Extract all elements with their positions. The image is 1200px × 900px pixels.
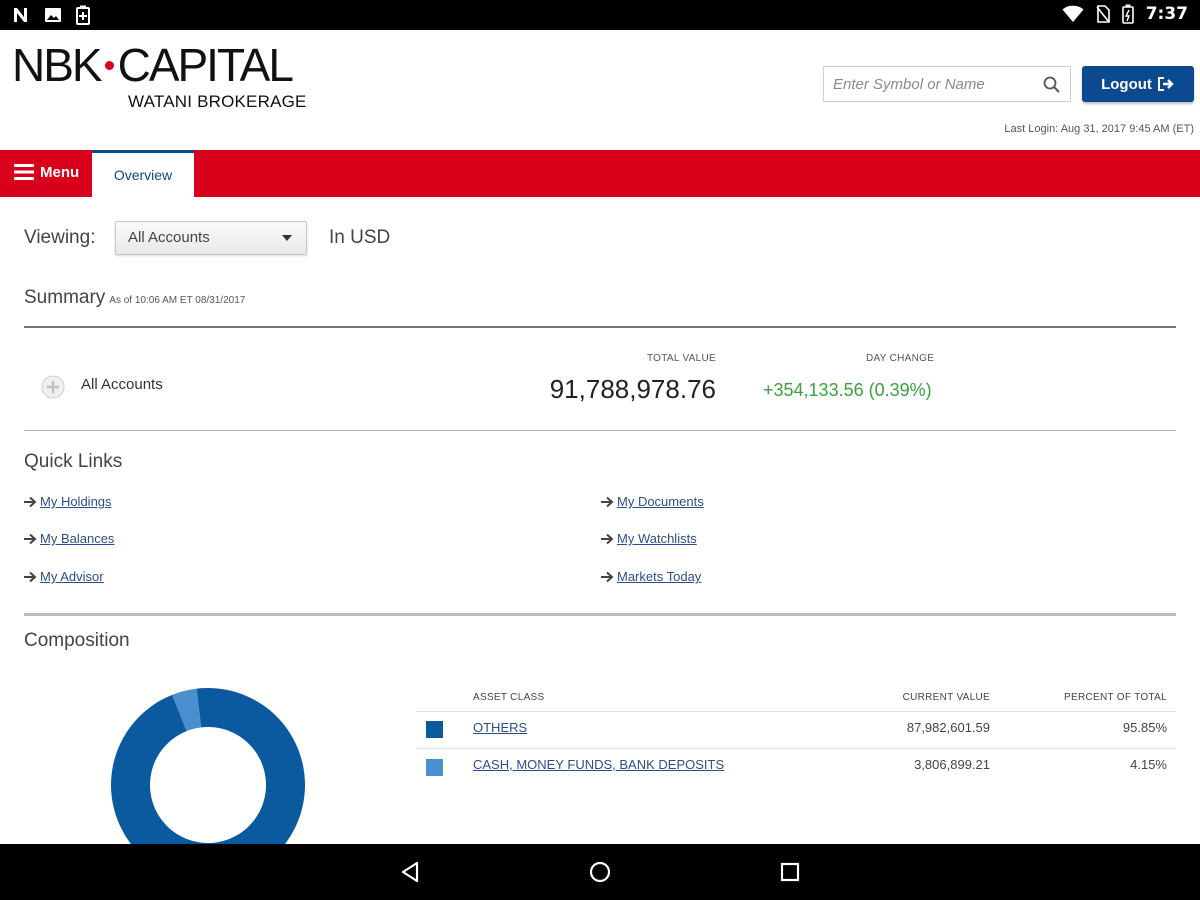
table-header-divider [416, 711, 1176, 712]
arrow-right-icon [24, 571, 37, 582]
composition-donut-chart [109, 686, 307, 846]
quick-link-label[interactable]: My Balances [40, 531, 114, 546]
current-value-cell: 87,982,601.59 [906, 720, 990, 735]
summary-divider [24, 326, 1176, 328]
arrow-right-icon [601, 533, 614, 544]
hamburger-icon [14, 164, 34, 180]
account-row-name: All Accounts [81, 376, 163, 393]
search-icon[interactable] [1042, 75, 1062, 95]
donut-svg [111, 688, 305, 846]
recents-icon[interactable] [778, 860, 802, 884]
menu-label: Menu [40, 163, 80, 181]
quick-link-my-balances[interactable]: My Balances [24, 531, 114, 546]
summary-title: Summary [24, 287, 106, 308]
col-header-asset-class: ASSET CLASS [473, 692, 545, 703]
symbol-search [823, 66, 1071, 102]
quick-link-label[interactable]: My Documents [617, 494, 704, 509]
main-navbar: Menu Overview [0, 150, 1200, 197]
currency-label: In USD [329, 227, 391, 248]
arrow-right-icon [601, 571, 614, 582]
battery-icon [1121, 4, 1134, 24]
total-value-label: TOTAL VALUE [646, 353, 716, 364]
wifi-icon [1062, 5, 1084, 23]
col-header-percent: PERCENT OF TOTAL [1064, 692, 1167, 703]
status-time: 7:37 [1145, 4, 1188, 24]
quick-link-label[interactable]: Markets Today [617, 569, 701, 584]
arrow-right-icon [24, 533, 37, 544]
quick-link-my-advisor[interactable]: My Advisor [24, 569, 104, 584]
quick-link-label[interactable]: My Advisor [40, 569, 104, 584]
caret-down-icon [282, 235, 292, 241]
table-row-divider [416, 748, 1176, 749]
asset-class-link[interactable]: CASH, MONEY FUNDS, BANK DEPOSITS [473, 757, 724, 772]
current-value-cell: 3,806,899.21 [914, 757, 990, 772]
accounts-dropdown[interactable]: All Accounts [115, 221, 307, 255]
logo-brand-right: CAPITAL [117, 39, 294, 91]
arrow-right-icon [601, 496, 614, 507]
total-value: 91,788,978.76 [549, 374, 716, 404]
android-status-bar: 7:37 [0, 0, 1200, 30]
percent-cell: 4.15% [1130, 757, 1167, 772]
notification-n-icon [14, 8, 27, 22]
summary-as-of: As of 10:06 AM ET 08/31/2017 [109, 295, 246, 306]
quick-link-my-holdings[interactable]: My Holdings [24, 494, 112, 509]
logout-button[interactable]: Logout [1082, 66, 1194, 102]
asset-class-link[interactable]: OTHERS [473, 720, 527, 735]
summary-heading: Summary As of 10:06 AM ET 08/31/2017 [24, 287, 245, 309]
accounts-dropdown-value: All Accounts [128, 229, 210, 246]
quick-link-markets-today[interactable]: Markets Today [601, 569, 701, 584]
quick-link-label[interactable]: My Holdings [40, 494, 112, 509]
no-sim-icon [1096, 5, 1110, 23]
android-navigation-bar [0, 844, 1200, 900]
col-header-current-value: CURRENT VALUE [902, 692, 990, 703]
viewing-label: Viewing: [24, 227, 96, 248]
legend-swatch [426, 759, 443, 776]
day-change-value: +354,133.56 (0.39%) [763, 380, 932, 400]
status-right-icons: 7:37 [1062, 4, 1188, 24]
quick-link-my-watchlists[interactable]: My Watchlists [601, 531, 697, 546]
logout-arrow-icon [1157, 77, 1174, 91]
menu-button[interactable]: Menu [14, 163, 79, 181]
site-header: NBK CAPITAL WATANI BROKERAGE Logout Last … [0, 30, 1200, 150]
legend-swatch [426, 721, 443, 738]
composition-title: Composition [24, 630, 130, 651]
tab-overview[interactable]: Overview [92, 150, 194, 197]
quick-link-my-documents[interactable]: My Documents [601, 494, 704, 509]
logo-subtitle: WATANI BROKERAGE [128, 92, 307, 111]
status-left-icons [12, 5, 90, 25]
logo-red-dot [104, 61, 114, 71]
image-icon [45, 8, 61, 22]
battery-saver-icon [76, 5, 90, 25]
logo-wordmark: NBK CAPITAL [12, 42, 312, 88]
quick-link-label[interactable]: My Watchlists [617, 531, 697, 546]
donut-slice-others[interactable] [111, 688, 305, 846]
logout-label: Logout [1101, 75, 1152, 93]
composition-divider [24, 613, 1176, 616]
expand-plus-icon[interactable] [41, 375, 65, 399]
last-login-text: Last Login: Aug 31, 2017 9:45 AM (ET) [1004, 123, 1194, 135]
percent-cell: 95.85% [1122, 720, 1167, 735]
symbol-search-input[interactable] [824, 67, 1044, 101]
back-icon[interactable] [398, 860, 422, 884]
logo-brand-left: NBK [12, 39, 103, 91]
quick-links-divider [24, 430, 1176, 431]
day-change-label: DAY CHANGE [866, 353, 935, 364]
nbk-capital-logo[interactable]: NBK CAPITAL WATANI BROKERAGE [12, 42, 312, 112]
quick-links-title: Quick Links [24, 451, 123, 472]
arrow-right-icon [24, 496, 37, 507]
home-icon[interactable] [588, 860, 612, 884]
